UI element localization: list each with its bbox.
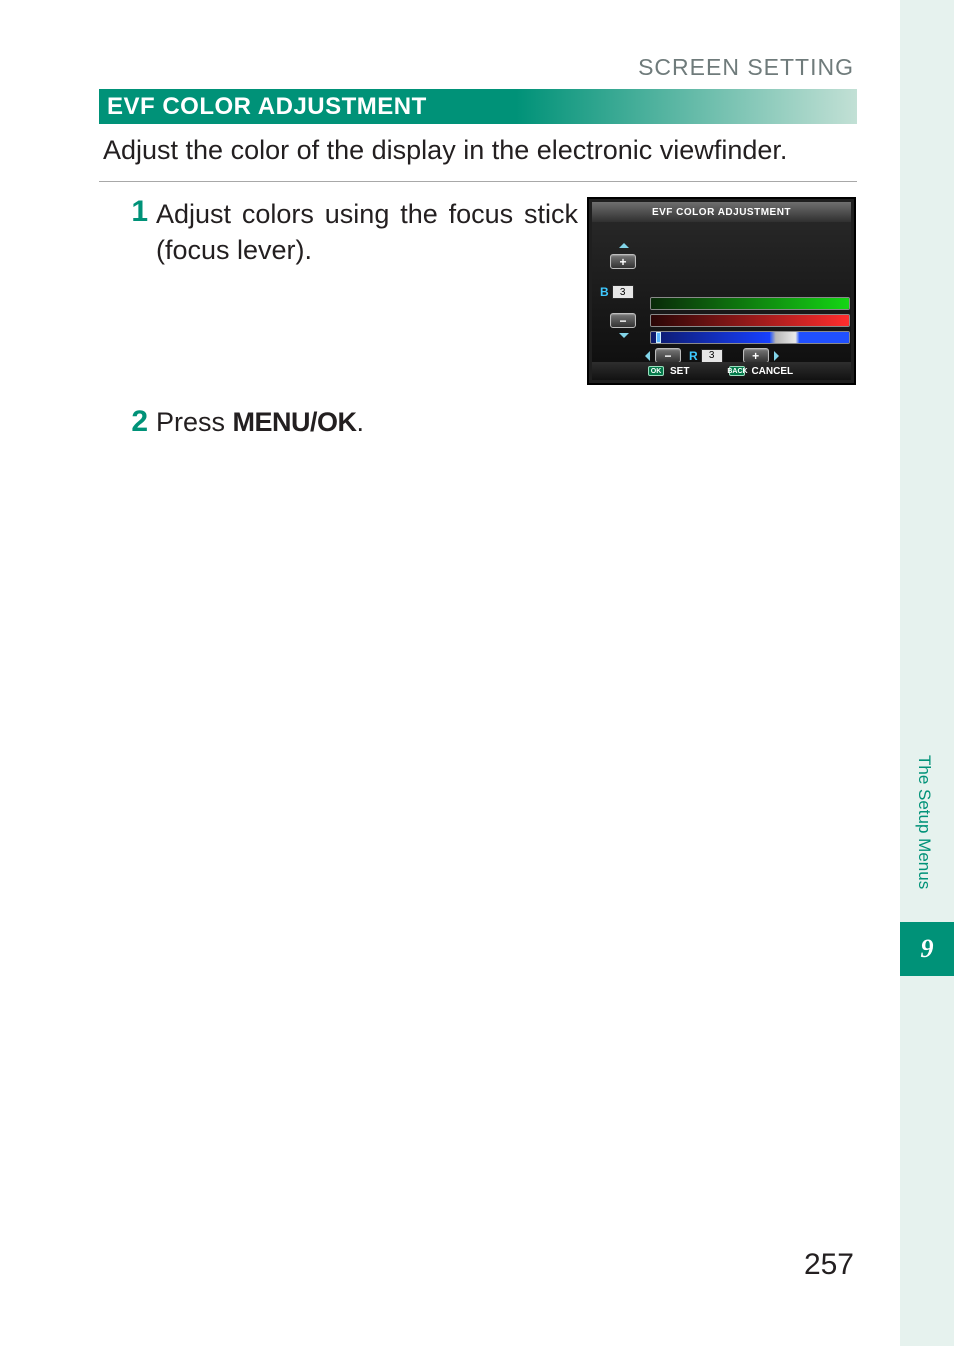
horizontal-divider	[99, 181, 857, 182]
step-2: 2 Press MENU/OK.	[118, 407, 860, 438]
section-title-bar: EVF COLOR ADJUSTMENT	[99, 89, 857, 124]
step-number-1: 1	[118, 197, 148, 227]
arrow-right-icon	[774, 351, 779, 361]
evf-title: EVF COLOR ADJUSTMENT	[652, 207, 791, 218]
b-value: 3	[612, 285, 634, 299]
color-bars	[650, 297, 850, 348]
evf-footer: OK SET BACK CANCEL	[592, 362, 851, 380]
arrow-down-icon	[619, 333, 629, 338]
plus-button-vertical: +	[610, 254, 636, 269]
page-edge-tint	[900, 0, 954, 1346]
evf-inner: EVF COLOR ADJUSTMENT + B 3 − − R 3 +	[592, 202, 851, 380]
r-adjust-row: − R 3 +	[645, 348, 779, 363]
section-intro-text: Adjust the color of the display in the e…	[103, 135, 857, 166]
page-number: 257	[804, 1248, 854, 1282]
b-value-row: B 3	[600, 285, 634, 299]
arrow-up-icon	[619, 243, 629, 248]
step-1-text: Adjust colors using the focus stick (foc…	[148, 197, 578, 269]
plus-button-horizontal: +	[743, 348, 769, 363]
breadcrumb: SCREEN SETTING	[638, 54, 854, 81]
chapter-number: 9	[921, 934, 934, 964]
back-chip-icon: BACK	[729, 366, 745, 376]
section-title: EVF COLOR ADJUSTMENT	[99, 93, 427, 121]
step-2-text: Press MENU/OK.	[148, 407, 364, 438]
ok-chip-icon: OK	[648, 366, 664, 376]
minus-button-vertical: −	[610, 313, 636, 328]
red-bar	[650, 314, 850, 327]
r-label: R	[689, 349, 698, 363]
green-bar	[650, 297, 850, 310]
blue-gray-bar	[650, 331, 850, 344]
side-tab-chapter-num: 9	[900, 922, 954, 976]
r-value: 3	[701, 349, 723, 363]
arrow-left-icon	[645, 351, 650, 361]
menu-ok-label: MENU/OK	[233, 407, 357, 437]
step-number-2: 2	[118, 407, 148, 437]
minus-button-horizontal: −	[655, 348, 681, 363]
set-label: SET	[670, 366, 689, 377]
evf-title-bar: EVF COLOR ADJUSTMENT	[592, 202, 851, 222]
step-2-prefix: Press	[156, 407, 233, 437]
bar-tick-icon	[656, 332, 661, 343]
step-2-suffix: .	[357, 407, 365, 437]
evf-screen-illustration: EVF COLOR ADJUSTMENT + B 3 − − R 3 +	[587, 197, 856, 385]
b-label: B	[600, 285, 609, 299]
side-tab-chapter: The Setup Menus	[914, 755, 934, 889]
cancel-label: CANCEL	[751, 366, 793, 377]
